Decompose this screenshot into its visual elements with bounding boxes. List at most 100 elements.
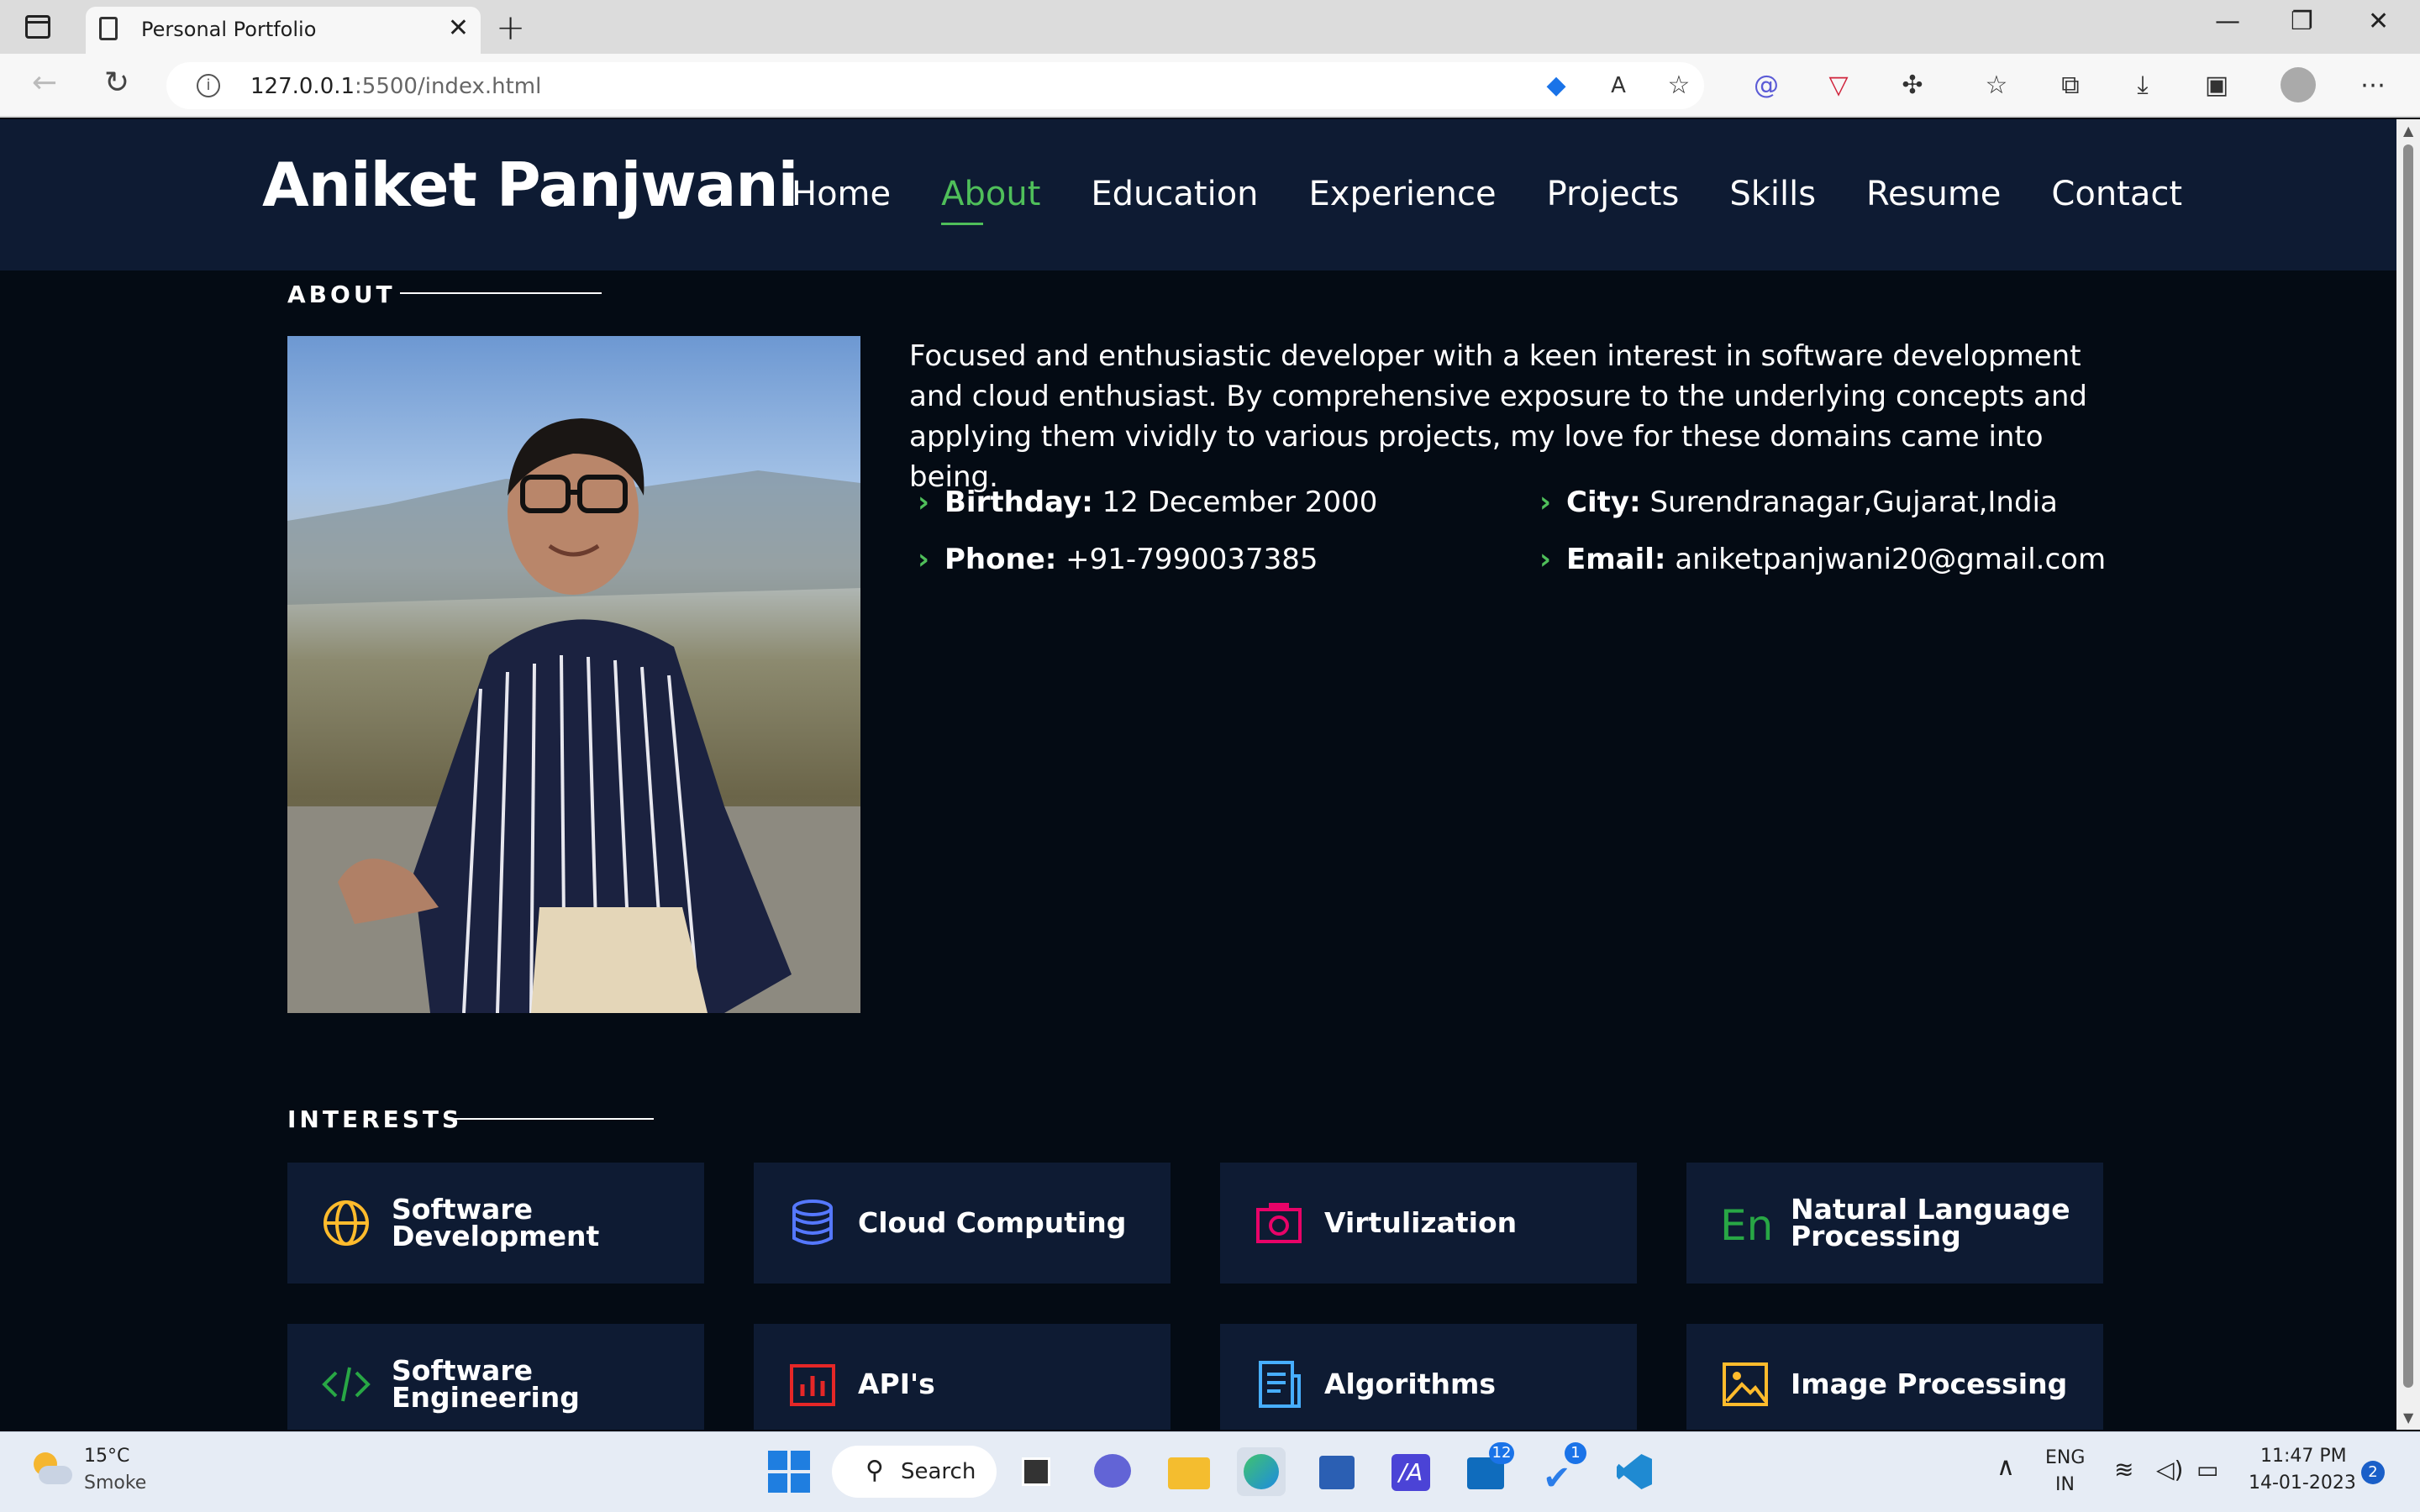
chevron-right-icon: › [918,486,930,519]
interests-section-title: INTERESTS [287,1105,463,1133]
language-eng[interactable]: ENG [2045,1447,2085,1468]
search-label: Search [901,1459,976,1484]
nav-menu: Home About Education Experience Projects… [792,175,2182,225]
scrollbar-thumb[interactable] [2403,144,2413,1388]
wifi-icon[interactable]: ≋ [2114,1456,2133,1483]
site-header: Aniket Panjwani Home About Education Exp… [0,119,2396,270]
store-icon[interactable] [1313,1447,1361,1496]
site-info-icon[interactable]: i [197,74,220,97]
start-icon[interactable] [765,1447,813,1496]
chevron-right-icon: › [1539,486,1552,519]
globe-icon [324,1200,369,1246]
interest-label: Image Processing [1791,1368,2068,1400]
nav-skills[interactable]: Skills [1729,175,1816,213]
refresh-icon[interactable]: ↻ [104,66,129,100]
interest-label: Software Development [392,1193,600,1252]
weather-icon[interactable] [30,1451,72,1488]
weather-desc: Smoke [84,1473,147,1494]
scroll-up-icon[interactable]: ▲ [2403,123,2413,139]
info-value: Surendranagar,Gujarat,India [1640,486,2058,519]
file-explorer-icon[interactable] [1165,1447,1213,1496]
mail-badge: 12 [1489,1442,1514,1464]
nav-home[interactable]: Home [792,175,891,213]
site-logo[interactable]: Aniket Panjwani [262,150,798,220]
profile-avatar-icon[interactable] [2281,67,2316,102]
clock-time[interactable]: 11:47 PM [2260,1446,2347,1467]
page-icon [99,17,118,40]
url-bar[interactable]: i 127.0.0.1:5500/index.html ◆ A ☆ [166,62,1704,109]
code-icon [322,1367,371,1402]
interest-natural-language-processing: En Natural Language Processing [1686,1163,2103,1284]
page-scrollbar[interactable]: ▲ ▼ [2396,119,2420,1430]
url-host: 127.0.0.1 [250,74,355,99]
battery-icon[interactable]: ▭ [2196,1456,2218,1483]
favorites-icon[interactable]: ☆ [1981,71,2012,101]
show-hidden-icons[interactable]: ∧ [1996,1452,2015,1482]
tab-actions-icon[interactable] [25,15,50,39]
interest-label: Algorithms [1324,1368,1497,1400]
close-window-icon[interactable]: ✕ [2368,7,2389,36]
extensions-icon[interactable]: ✣ [1897,71,1928,101]
info-value: 12 December 2000 [1092,486,1378,519]
info-label: City: [1566,486,1641,519]
info-value[interactable]: aniketpanjwani20@gmail.com [1666,543,2106,576]
back-icon[interactable]: ← [32,66,57,100]
read-aloud-icon[interactable]: A [1603,71,1634,101]
chevron-right-icon: › [918,543,930,576]
interests-title-divider [452,1118,654,1120]
restore-icon[interactable]: ❐ [2291,7,2313,36]
task-view-icon[interactable] [1013,1447,1062,1496]
volume-icon[interactable]: ◁) [2156,1456,2183,1483]
chat-icon[interactable] [1089,1447,1138,1496]
interest-virtulization: Virtulization [1220,1163,1637,1284]
math-solver-icon[interactable]: ▣ [2202,71,2232,101]
bar-chart-icon [790,1364,835,1406]
url-path: :5500/index.html [355,74,542,99]
nav-projects[interactable]: Projects [1547,175,1680,213]
en-icon: En [1720,1201,1770,1248]
todo-icon[interactable]: ✔ 1 [1536,1442,1586,1498]
interest-software-development: Software Development [287,1163,704,1284]
more-menu-icon[interactable]: ⋯ [2358,71,2388,101]
coupon-tag-icon[interactable]: ◆ [1541,71,1571,101]
about-section-title: ABOUT [287,281,396,308]
about-bio: Focused and enthusiastic developer with … [909,339,2088,494]
new-tab-icon[interactable]: + [496,7,525,48]
info-phone: › Phone: +91-7990037385 [918,543,1318,576]
weather-temp: 15°C [84,1446,130,1467]
interest-algorithms: Algorithms [1220,1324,1637,1430]
notification-badge[interactable]: 2 [2361,1461,2385,1484]
interest-label: Natural Language Processing [1791,1193,2070,1252]
scroll-down-icon[interactable]: ▼ [2403,1410,2413,1425]
taskbar-search[interactable]: ⚲ Search [832,1446,997,1498]
nav-experience[interactable]: Experience [1309,175,1497,213]
edge-icon[interactable] [1237,1447,1286,1496]
vscode-icon[interactable] [1610,1447,1659,1496]
favorite-add-icon[interactable]: ☆ [1664,71,1694,101]
pocket-icon[interactable]: ▽ [1823,71,1854,101]
interest-label: API's [858,1368,935,1400]
url-text: 127.0.0.1:5500/index.html [250,74,541,99]
tab-title: Personal Portfolio [141,18,317,41]
app-icon[interactable]: /A [1386,1447,1435,1496]
nav-contact[interactable]: Contact [2051,175,2182,213]
nav-resume[interactable]: Resume [1866,175,2001,213]
language-in[interactable]: IN [2055,1474,2075,1495]
extension-link-icon[interactable]: @ [1751,71,1781,101]
collections-icon[interactable]: ⧉ [2055,71,2086,101]
clock-date[interactable]: 14-01-2023 [2249,1473,2356,1494]
info-label: Birthday: [944,486,1093,519]
todo-badge: 1 [1565,1442,1586,1464]
minimize-icon[interactable]: — [2215,7,2240,36]
mail-icon[interactable]: 12 [1462,1442,1514,1496]
info-city: › City: Surendranagar,Gujarat,India [1539,486,2058,519]
nav-education[interactable]: Education [1091,175,1258,213]
browser-tab[interactable]: Personal Portfolio ✕ [86,7,481,54]
svg-text:En: En [1720,1201,1770,1248]
nav-about[interactable]: About [941,175,1040,225]
interest-label: Software Engineering [392,1354,580,1414]
info-value: +91-7990037385 [1056,543,1318,576]
interest-software-engineering: Software Engineering [287,1324,704,1430]
download-icon[interactable]: ⤓ [2128,71,2158,101]
close-tab-icon[interactable]: ✕ [448,13,469,43]
